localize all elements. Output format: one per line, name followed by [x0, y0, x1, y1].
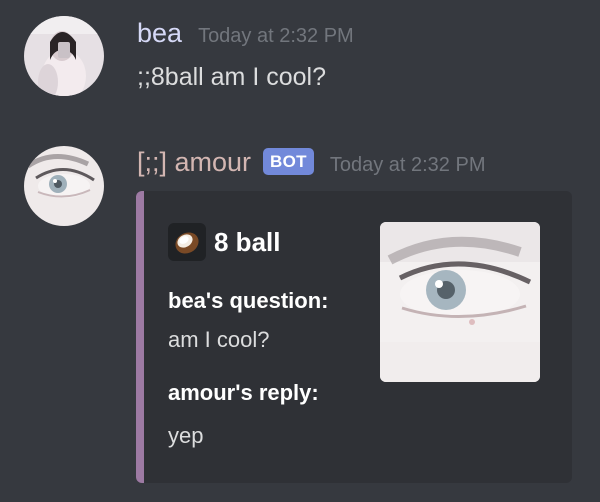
embed-field-name: bea's question: [168, 288, 329, 313]
embed-accent-bar [136, 191, 144, 483]
timestamp[interactable]: Today at 2:32 PM [198, 25, 354, 48]
embed-field-value: am I cool? [168, 327, 270, 352]
embed-field-name: amour's reply: [168, 380, 319, 405]
avatar-bea[interactable] [24, 16, 104, 96]
embed-author: 8 ball [168, 223, 280, 261]
embed-author-name[interactable]: 8 ball [214, 227, 280, 258]
eye-image [380, 222, 540, 382]
embed-thumbnail[interactable] [380, 222, 540, 382]
embed-field-value: yep [168, 423, 204, 448]
message-header: [;;] amour BOT Today at 2:32 PM [137, 147, 486, 179]
username[interactable]: bea [137, 18, 182, 49]
avatar-bea-image [24, 16, 104, 96]
coconut-icon [168, 223, 206, 261]
username[interactable]: [;;] amour [137, 147, 251, 178]
embed: 8 ball bea's question: am I cool? amour'… [136, 191, 572, 483]
timestamp[interactable]: Today at 2:32 PM [330, 154, 486, 177]
bot-tag: BOT [263, 148, 314, 175]
message-content: ;;8ball am I cool? [137, 63, 326, 91]
avatar-amour-image [24, 146, 104, 226]
message-header: bea Today at 2:32 PM [137, 18, 354, 49]
avatar-amour[interactable] [24, 146, 104, 226]
